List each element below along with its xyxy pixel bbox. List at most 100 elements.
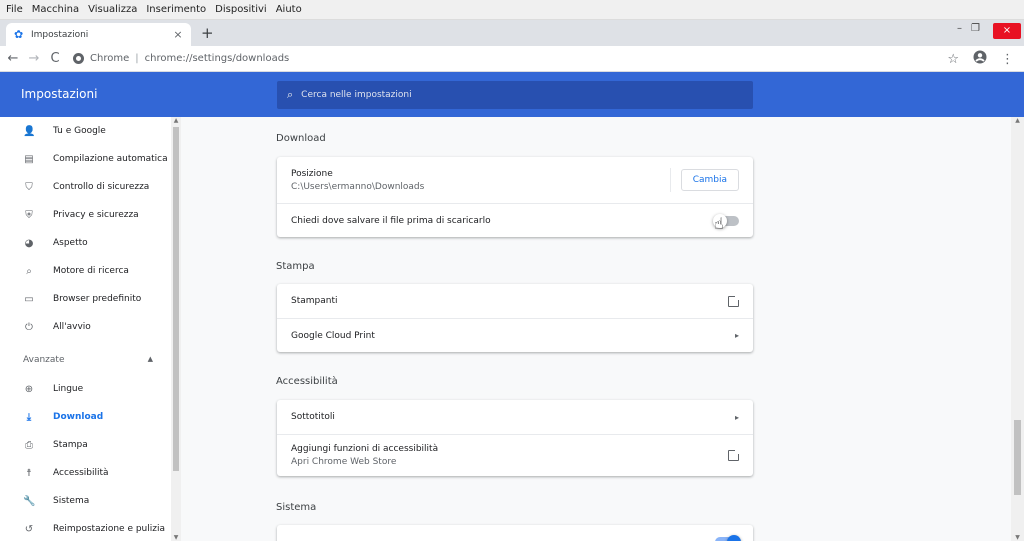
sidebar-item-all-avvio[interactable]: ⏻ All'avvio	[0, 317, 170, 337]
sidebar-item-label: Sistema	[53, 496, 90, 506]
sidebar-item-reimpostazione[interactable]: ↺ Reimpostazione e pulizia	[0, 519, 170, 539]
menu-aiuto[interactable]: Aiuto	[276, 4, 302, 15]
cloud-print-row[interactable]: Google Cloud Print ▸	[277, 318, 753, 352]
browser-icon: ▭	[24, 293, 34, 305]
sidebar-item-sistema[interactable]: 🔧 Sistema	[0, 491, 170, 511]
gear-icon: ✿	[14, 28, 24, 41]
globe-icon: ⊕	[24, 383, 34, 395]
external-link-icon[interactable]	[728, 448, 741, 461]
sidebar-item-browser-predefinito[interactable]: ▭ Browser predefinito	[0, 289, 170, 309]
restore-icon[interactable]: ❐	[971, 23, 980, 34]
sidebar-item-accessibilita[interactable]: ☨ Accessibilità	[0, 463, 170, 483]
menu-visualizza[interactable]: Visualizza	[88, 4, 137, 15]
sidebar-item-controllo-sicurezza[interactable]: ⛉ Controllo di sicurezza	[0, 177, 170, 197]
sidebar-item-label: Browser predefinito	[53, 294, 142, 304]
chevron-right-icon: ▸	[734, 331, 739, 340]
window-close-button[interactable]: ×	[993, 23, 1021, 39]
sidebar-item-privacy[interactable]: ⛨ Privacy e sicurezza	[0, 205, 170, 225]
sidebar-item-label: Motore di ricerca	[53, 266, 129, 276]
sidebar-item-aspetto[interactable]: ◕ Aspetto	[0, 233, 170, 253]
shield-check-icon: ⛉	[25, 181, 33, 193]
sidebar-item-label: Privacy e sicurezza	[53, 210, 139, 220]
sidebar-item-stampa[interactable]: ⎙ Stampa	[0, 435, 170, 455]
printer-icon: ⎙	[25, 439, 33, 451]
sidebar-item-lingue[interactable]: ⊕ Lingue	[0, 379, 170, 399]
sidebar-scrollbar[interactable]: ▲ ▼	[171, 117, 181, 541]
settings-sidebar: 👤 Tu e Google ▤ Compilazione automatica …	[0, 117, 181, 541]
minimize-icon[interactable]: –	[957, 23, 962, 34]
system-card	[277, 525, 753, 541]
menu-inserimento[interactable]: Inserimento	[146, 4, 206, 15]
download-card: Posizione C:\Users\ermanno\Downloads Cam…	[277, 157, 753, 237]
sidebar-item-label: All'avvio	[53, 322, 91, 332]
settings-search-input[interactable]	[301, 90, 702, 100]
menu-macchina[interactable]: Macchina	[32, 4, 79, 15]
settings-title: Impostazioni	[21, 87, 98, 101]
printers-row[interactable]: Stampanti	[277, 284, 753, 318]
sidebar-item-label: Lingue	[53, 384, 84, 394]
system-toggle[interactable]	[715, 535, 741, 541]
download-location-row: Posizione C:\Users\ermanno\Downloads Cam…	[277, 157, 753, 203]
shield-icon: ⛨	[25, 209, 33, 221]
main-scrollbar[interactable]: ▲ ▼	[1011, 117, 1024, 541]
clipboard-icon: ▤	[24, 153, 34, 165]
external-link-icon[interactable]	[728, 293, 741, 307]
sidebar-item-label: Aspetto	[53, 238, 88, 248]
section-title-accessibilita: Accessibilità	[276, 376, 338, 387]
tab-title: Impostazioni	[31, 29, 89, 40]
settings-header: Impostazioni ⌕	[0, 72, 1024, 117]
power-icon: ⏻	[25, 321, 33, 333]
sidebar-item-tu-e-google[interactable]: 👤 Tu e Google	[0, 121, 170, 141]
sidebar-item-compilazione[interactable]: ▤ Compilazione automatica	[0, 149, 170, 169]
add-accessibility-label: Aggiungi funzioni di accessibilità	[291, 444, 439, 454]
download-icon: ⤓	[26, 411, 32, 423]
sidebar-item-label: Compilazione automatica	[53, 154, 168, 164]
sidebar-group-avanzate[interactable]: Avanzate ▲	[23, 355, 153, 365]
sidebar-item-label: Reimpostazione e pulizia	[53, 524, 165, 534]
scroll-down-icon[interactable]: ▼	[1013, 534, 1022, 541]
browser-toolbar: ← → C Chrome | chrome://settings/downloa…	[0, 46, 1024, 72]
vm-menubar: File Macchina Visualizza Inserimento Dis…	[0, 0, 1024, 20]
chrome-menu-icon[interactable]: ⋮	[1001, 52, 1014, 67]
settings-search-box[interactable]: ⌕	[277, 81, 753, 109]
captions-row[interactable]: Sottotitoli ▸	[277, 400, 753, 434]
menu-dispositivi[interactable]: Dispositivi	[215, 4, 267, 15]
address-bar[interactable]: Chrome | chrome://settings/downloads	[73, 53, 289, 64]
scroll-up-icon[interactable]: ▲	[1013, 117, 1022, 124]
sidebar-item-label: Stampa	[53, 440, 88, 450]
person-icon: 👤	[23, 125, 36, 137]
captions-label: Sottotitoli	[291, 412, 335, 422]
scroll-up-icon[interactable]: ▲	[172, 117, 180, 124]
sidebar-scrollbar-thumb[interactable]	[173, 127, 179, 471]
ask-before-download-row[interactable]: Chiedi dove salvare il file prima di sca…	[277, 203, 753, 237]
add-accessibility-row[interactable]: Aggiungi funzioni di accessibilità Apri …	[277, 434, 753, 476]
site-label: Chrome	[90, 53, 130, 64]
back-icon[interactable]: ←	[5, 51, 21, 66]
accessibility-icon: ☨	[26, 467, 32, 479]
profile-avatar-icon[interactable]	[973, 50, 987, 68]
section-title-download: Download	[276, 133, 326, 144]
printers-label: Stampanti	[291, 296, 338, 306]
cloud-print-label: Google Cloud Print	[291, 330, 375, 341]
change-location-button[interactable]: Cambia	[680, 169, 739, 191]
section-title-sistema: Sistema	[276, 502, 317, 513]
settings-main: Download Posizione C:\Users\ermanno\Down…	[181, 117, 1011, 541]
bookmark-star-icon[interactable]: ☆	[947, 52, 959, 67]
tab-close-icon[interactable]: ×	[171, 28, 185, 41]
url-text[interactable]: chrome://settings/downloads	[145, 53, 290, 64]
tab-strip: ✿ Impostazioni × + – ❐ ×	[0, 20, 1024, 46]
forward-icon[interactable]: →	[26, 51, 42, 66]
sidebar-item-label: Tu e Google	[53, 126, 106, 136]
wrench-icon: 🔧	[23, 495, 36, 507]
main-scrollbar-thumb[interactable]	[1014, 420, 1021, 495]
reload-icon[interactable]: C	[47, 51, 63, 66]
sidebar-item-motore-ricerca[interactable]: ⌕ Motore di ricerca	[0, 261, 170, 281]
sidebar-item-download[interactable]: ⤓ Download	[0, 407, 170, 427]
system-row[interactable]	[277, 525, 753, 541]
location-label: Posizione	[291, 168, 333, 179]
print-card: Stampanti Google Cloud Print ▸	[277, 284, 753, 352]
scroll-down-icon[interactable]: ▼	[172, 534, 180, 541]
new-tab-button[interactable]: +	[201, 24, 214, 42]
tab-settings[interactable]: ✿ Impostazioni ×	[6, 23, 191, 46]
menu-file[interactable]: File	[6, 4, 23, 15]
